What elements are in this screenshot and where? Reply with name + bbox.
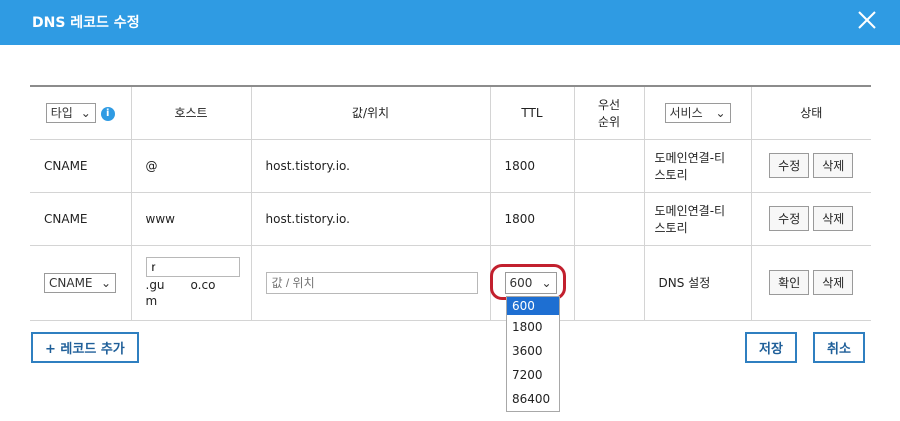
cell-value	[251, 245, 491, 321]
cell-priority	[574, 245, 645, 321]
dns-record-table-container: 타입 ⌄ i 호스트 값/위치 TTL 우선 순위 서비스 ⌄ 상태 CNAME…	[30, 85, 871, 321]
header-status: 상태	[751, 86, 871, 140]
delete-button[interactable]: 삭제	[813, 206, 854, 231]
ttl-option[interactable]: 86400	[507, 387, 559, 411]
ttl-option[interactable]: 600	[507, 297, 559, 315]
delete-button[interactable]: 삭제	[813, 153, 854, 178]
table-row: CNAME @ host.tistory.io. 1800 도메인연결-티 스토…	[30, 139, 871, 193]
cell-value: host.tistory.io.	[251, 139, 491, 193]
header-host: 호스트	[131, 86, 252, 140]
edit-button[interactable]: 수정	[769, 153, 810, 178]
add-record-button[interactable]: + 레코드 추가	[31, 332, 139, 363]
cell-service: 도메인연결-티 스토리	[644, 139, 752, 193]
dialog-title: DNS 레코드 수정	[32, 15, 140, 31]
ttl-option[interactable]: 3600	[507, 339, 559, 363]
edit-button[interactable]: 수정	[769, 206, 810, 231]
table-row: CNAME www host.tistory.io. 1800 도메인연결-티 …	[30, 192, 871, 246]
ttl-dropdown-list: 600 1800 3600 7200 86400	[506, 296, 560, 412]
ttl-select[interactable]: 600 ⌄	[504, 271, 557, 294]
header-priority: 우선 순위	[574, 86, 645, 140]
header-value: 값/위치	[251, 86, 491, 140]
ttl-option[interactable]: 1800	[507, 315, 559, 339]
delete-button[interactable]: 삭제	[813, 270, 854, 295]
cell-ttl: 1800	[490, 139, 575, 193]
cell-service: 도메인연결-티 스토리	[644, 192, 752, 246]
cancel-button[interactable]: 취소	[813, 332, 865, 363]
cell-host: @	[131, 139, 252, 193]
cell-priority	[574, 139, 645, 193]
chevron-down-icon: ⌄	[715, 105, 726, 120]
dialog-titlebar: DNS 레코드 수정	[0, 0, 900, 45]
cell-status: 수정 삭제	[751, 139, 871, 193]
chevron-down-icon: ⌄	[80, 105, 91, 120]
chevron-down-icon: ⌄	[541, 275, 552, 290]
ttl-option[interactable]: 7200	[507, 363, 559, 387]
confirm-button[interactable]: 확인	[769, 270, 810, 295]
table-header-row: 타입 ⌄ i 호스트 값/위치 TTL 우선 순위 서비스 ⌄ 상태	[30, 86, 871, 140]
cell-service: DNS 설정	[644, 245, 752, 321]
host-input[interactable]	[145, 256, 240, 277]
cell-status: 확인 삭제	[751, 245, 871, 321]
header-service: 서비스 ⌄	[644, 86, 752, 140]
chevron-down-icon: ⌄	[100, 275, 111, 290]
cell-status: 수정 삭제	[751, 192, 871, 246]
save-button[interactable]: 저장	[745, 332, 797, 363]
info-icon[interactable]: i	[100, 106, 115, 121]
new-type-select[interactable]: CNAME ⌄	[44, 272, 116, 293]
header-ttl: TTL	[490, 86, 575, 140]
cell-priority	[574, 192, 645, 246]
type-filter-select[interactable]: 타입 ⌄	[45, 102, 96, 123]
cell-host: www	[131, 192, 252, 246]
service-filter-select[interactable]: 서비스 ⌄	[664, 102, 731, 123]
dns-record-table: 타입 ⌄ i 호스트 값/위치 TTL 우선 순위 서비스 ⌄ 상태 CNAME…	[30, 85, 871, 321]
new-record-row: CNAME ⌄ .guo.co m	[30, 245, 871, 321]
value-input[interactable]	[265, 271, 478, 294]
header-type: 타입 ⌄ i	[30, 86, 132, 140]
host-suffix: .gu o.co m	[145, 277, 216, 308]
cell-value: host.tistory.io.	[251, 192, 491, 246]
cell-ttl: 1800	[490, 192, 575, 246]
dns-record-edit-dialog: DNS 레코드 수정 타입 ⌄ i 호스트 값/위치 TTL 우선 순위 서비스…	[0, 0, 900, 421]
cell-type: CNAME	[30, 192, 132, 246]
close-icon[interactable]	[855, 8, 879, 32]
cell-host: .guo.co m	[131, 245, 252, 321]
cell-type: CNAME	[30, 139, 132, 193]
cell-type: CNAME ⌄	[30, 245, 132, 321]
